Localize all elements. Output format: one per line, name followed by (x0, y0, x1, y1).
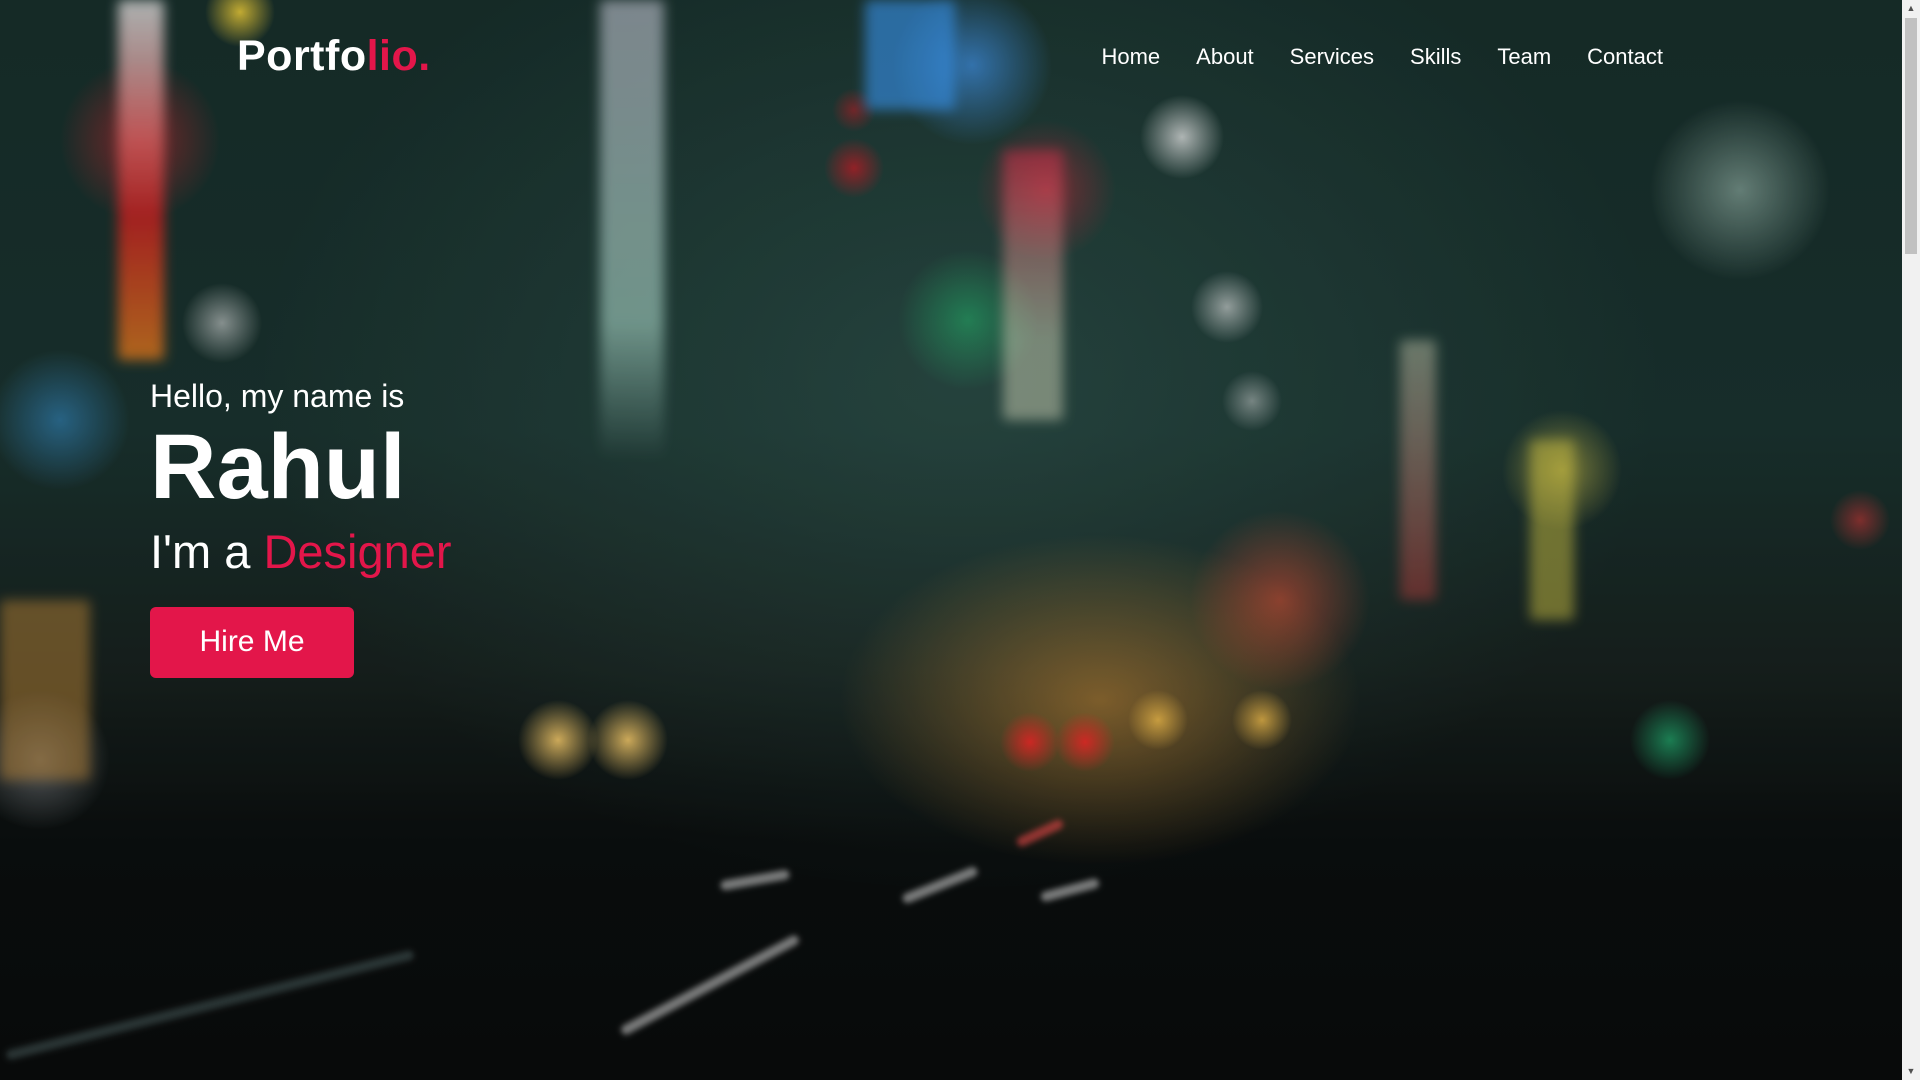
hero-role-accent: Designer (263, 524, 452, 578)
nav-link-services[interactable]: Services (1290, 44, 1374, 69)
nav-link-contact[interactable]: Contact (1587, 44, 1663, 69)
hero-role: I'm a Designer (150, 524, 452, 579)
hero-name: Rahul (150, 416, 406, 518)
hero-role-prefix: I'm a (150, 524, 264, 578)
hire-me-button[interactable]: Hire Me (150, 606, 354, 678)
logo[interactable]: Portfolio. (237, 32, 431, 81)
nav-link-about[interactable]: About (1196, 44, 1254, 69)
hero-section: Hello, my name is Rahul I'm a Designer H… (150, 378, 452, 678)
logo-text: Portfo (237, 32, 367, 80)
hero-greeting: Hello, my name is (150, 378, 405, 414)
logo-accent-text: lio. (366, 32, 431, 80)
page: Portfolio. Home About Services Skills Te… (0, 0, 1920, 1080)
scrollbar[interactable]: ▲ ▼ (1902, 0, 1920, 1080)
nav-link-skills[interactable]: Skills (1410, 44, 1461, 69)
scroll-up-icon[interactable]: ▲ (1902, 0, 1920, 17)
navbar: Portfolio. Home About Services Skills Te… (237, 32, 1663, 81)
nav-links: Home About Services Skills Team Contact (1101, 44, 1663, 70)
nav-link-home[interactable]: Home (1101, 44, 1160, 69)
scrollbar-thumb[interactable] (1905, 18, 1917, 254)
nav-link-team[interactable]: Team (1497, 44, 1551, 69)
scroll-down-icon[interactable]: ▼ (1902, 1063, 1920, 1080)
